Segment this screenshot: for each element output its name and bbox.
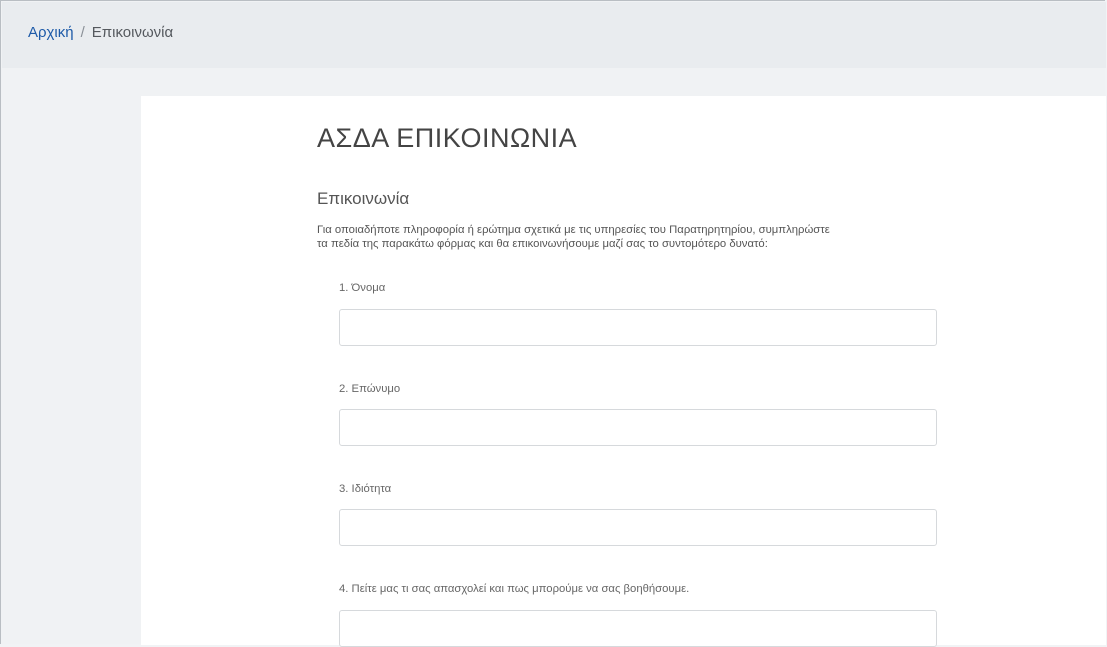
first-name-input[interactable] — [339, 309, 937, 346]
breadcrumb-separator: / — [80, 24, 85, 41]
section-title: Επικοινωνία — [317, 189, 410, 208]
page-title: ΑΣΔΑ ΕΠΙΚΟΙΝΩΝΙΑ — [317, 123, 578, 153]
intro-text-line-1: Για οποιαδήποτε πληροφορία ή ερώτημα σχε… — [317, 224, 830, 236]
breadcrumb-bar: Αρχική / Επικοινωνία — [2, 2, 1106, 68]
browser-frame: Αρχική / Επικοινωνία ΑΣΔΑ ΕΠΙΚΟΙΝΩΝΙΑ Επικ… — [0, 0, 1106, 647]
message-input[interactable] — [339, 610, 937, 647]
last-name-label: 2. Επώνυμο — [339, 383, 401, 395]
first-name-label: 1. Όνομα — [339, 282, 386, 294]
content-card: ΑΣΔΑ ΕΠΙΚΟΙΝΩΝΙΑ Επικοινωνία Για οποιαδή… — [141, 96, 1106, 647]
intro-text-line-2: τα πεδία της παρακάτω φόρμας και θα επικ… — [317, 238, 768, 250]
last-name-input[interactable] — [339, 409, 937, 446]
message-label: 4. Πείτε μας τι σας απασχολεί και πως μπ… — [339, 583, 690, 595]
breadcrumb: Αρχική / Επικοινωνία — [28, 24, 173, 41]
intro-text: Για οποιαδήποτε πληροφορία ή ερώτημα σχε… — [317, 223, 957, 251]
breadcrumb-home-link[interactable]: Αρχική — [28, 24, 74, 41]
occupation-label: 3. Ιδιότητα — [339, 483, 392, 495]
occupation-input[interactable] — [339, 509, 937, 546]
breadcrumb-current: Επικοινωνία — [91, 24, 174, 41]
